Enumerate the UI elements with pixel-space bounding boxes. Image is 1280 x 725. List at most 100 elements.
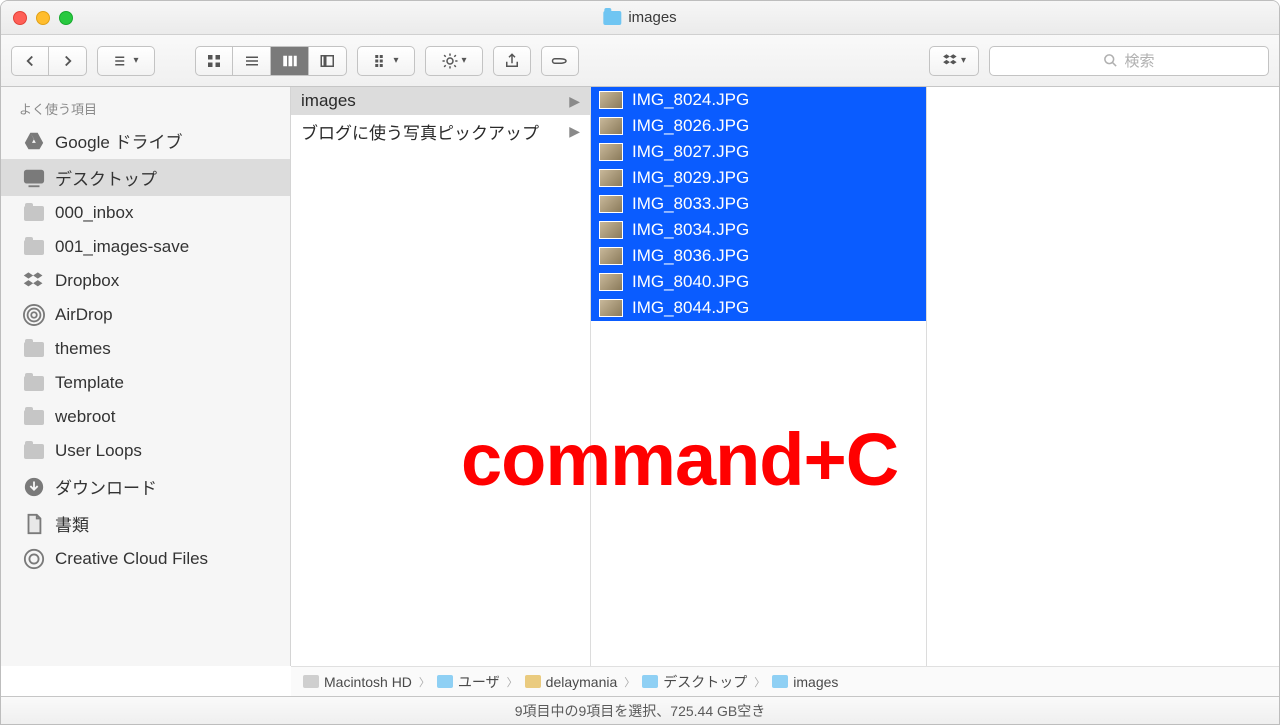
sidebar: よく使う項目 Google ドライブデスクトップ 000_inbox 001_ima…	[1, 87, 291, 666]
status-text: 9項目中の9項目を選択、725.44 GB空き	[515, 701, 766, 721]
forward-button[interactable]	[49, 46, 87, 76]
path-segment-1[interactable]: ユーザ	[437, 672, 500, 692]
sidebar-item-4[interactable]: Dropbox	[1, 264, 290, 298]
path-icon	[525, 675, 541, 688]
airdrop-icon	[23, 304, 45, 326]
path-icon	[303, 675, 319, 688]
action-button[interactable]: ▾	[425, 46, 483, 76]
thumbnail-icon	[599, 91, 623, 109]
file-item-2[interactable]: IMG_8027.JPG	[591, 139, 926, 165]
folder-icon	[23, 406, 45, 428]
folder-item-0[interactable]: images ▶	[291, 87, 590, 115]
chevron-right-icon: ▶	[569, 93, 580, 110]
sidebar-item-8[interactable]: webroot	[1, 400, 290, 434]
dropbox-toolbar-button[interactable]: ▾	[929, 46, 979, 76]
chevron-right-icon: 〉	[507, 674, 518, 690]
minimize-button[interactable]	[36, 11, 50, 25]
chevron-right-icon: 〉	[419, 674, 430, 690]
column-1[interactable]: images ▶ ブログに使う写真ピックアップ▶	[291, 87, 591, 666]
sidebar-item-11[interactable]: 書類	[1, 505, 290, 542]
file-item-1[interactable]: IMG_8026.JPG	[591, 113, 926, 139]
sidebar-item-9[interactable]: User Loops	[1, 434, 290, 468]
folder-item-1[interactable]: ブログに使う写真ピックアップ▶	[291, 115, 590, 148]
sidebar-item-12[interactable]: Creative Cloud Files	[1, 542, 290, 576]
folder-icon	[23, 338, 45, 360]
file-item-8[interactable]: IMG_8044.JPG	[591, 295, 926, 321]
sidebar-item-label: Dropbox	[55, 271, 119, 291]
sidebar-item-label: Google ドライブ	[55, 128, 183, 153]
cc-icon	[23, 548, 45, 570]
file-item-5[interactable]: IMG_8034.JPG	[591, 217, 926, 243]
file-name: IMG_8026.JPG	[632, 116, 749, 136]
chevron-right-icon: 〉	[754, 674, 765, 690]
arrange-button[interactable]: ▾	[357, 46, 415, 76]
toolbar: ▾ ▾ ▾ ▾ 検索	[1, 35, 1279, 87]
path-segment-0[interactable]: Macintosh HD	[303, 674, 412, 690]
path-icon	[437, 675, 453, 688]
gdrive-icon	[23, 130, 45, 152]
traffic-lights	[13, 11, 73, 25]
sidebar-item-3[interactable]: 001_images-save	[1, 230, 290, 264]
gallery-view-button[interactable]	[309, 46, 347, 76]
titlebar: images	[1, 1, 1279, 35]
download-icon	[23, 476, 45, 498]
search-placeholder: 検索	[1124, 50, 1154, 71]
back-button[interactable]	[11, 46, 49, 76]
path-segment-3[interactable]: デスクトップ	[642, 672, 747, 692]
close-button[interactable]	[13, 11, 27, 25]
column-browser: images▶ブログに使う写真ピックアップ▶ IMG_8024.JPGIMG_8…	[291, 87, 1279, 666]
sidebar-item-label: 書類	[55, 511, 89, 536]
window-title: images	[603, 9, 676, 26]
sidebar-item-10[interactable]: ダウンロード	[1, 468, 290, 505]
document-icon	[23, 513, 45, 535]
tags-button[interactable]	[541, 46, 579, 76]
file-name: IMG_8034.JPG	[632, 220, 749, 240]
sidebar-item-1[interactable]: デスクトップ	[1, 159, 290, 196]
file-item-4[interactable]: IMG_8033.JPG	[591, 191, 926, 217]
path-icon	[642, 675, 658, 688]
file-name: IMG_8044.JPG	[632, 298, 749, 318]
sidebar-item-7[interactable]: Template	[1, 366, 290, 400]
sidebar-item-label: AirDrop	[55, 305, 113, 325]
file-item-7[interactable]: IMG_8040.JPG	[591, 269, 926, 295]
sidebar-item-0[interactable]: Google ドライブ	[1, 122, 290, 159]
path-segment-2[interactable]: delaymania	[525, 674, 618, 690]
column-2[interactable]: IMG_8024.JPG IMG_8026.JPG IMG_8027.JPG IMG_…	[591, 87, 927, 666]
thumbnail-icon	[599, 247, 623, 265]
file-item-6[interactable]: IMG_8036.JPG	[591, 243, 926, 269]
file-name: IMG_8027.JPG	[632, 142, 749, 162]
status-bar: 9項目中の9項目を選択、725.44 GB空き	[1, 696, 1279, 724]
chevron-right-icon: 〉	[624, 674, 635, 690]
folder-icon	[23, 236, 45, 258]
column-view-button[interactable]	[271, 46, 309, 76]
thumbnail-icon	[599, 143, 623, 161]
sidebar-item-2[interactable]: 000_inbox	[1, 196, 290, 230]
sidebar-item-5[interactable]: AirDrop	[1, 298, 290, 332]
file-item-3[interactable]: IMG_8029.JPG	[591, 165, 926, 191]
body: よく使う項目 Google ドライブデスクトップ 000_inbox 001_ima…	[1, 87, 1279, 666]
sidebar-item-label: 000_inbox	[55, 203, 133, 223]
nav-buttons	[11, 46, 87, 76]
file-name: IMG_8040.JPG	[632, 272, 749, 292]
folder-icon	[23, 202, 45, 224]
desktop-icon	[23, 167, 45, 189]
list-view-button[interactable]	[233, 46, 271, 76]
folder-icon	[23, 372, 45, 394]
sidebar-item-6[interactable]: themes	[1, 332, 290, 366]
finder-window: images ▾ ▾ ▾	[0, 0, 1280, 725]
search-input[interactable]: 検索	[989, 46, 1269, 76]
sidebar-item-label: ダウンロード	[55, 474, 157, 499]
path-bar[interactable]: Macintosh HD〉ユーザ〉delaymania〉デスクトップ〉image…	[291, 666, 1279, 696]
sidebar-item-label: User Loops	[55, 441, 142, 461]
maximize-button[interactable]	[59, 11, 73, 25]
folder-label: images	[301, 91, 356, 111]
share-button[interactable]	[493, 46, 531, 76]
path-segment-4[interactable]: images	[772, 674, 838, 690]
sidebar-section-label: よく使う項目	[1, 93, 290, 122]
file-name: IMG_8029.JPG	[632, 168, 749, 188]
file-item-0[interactable]: IMG_8024.JPG	[591, 87, 926, 113]
sidebar-item-label: themes	[55, 339, 111, 359]
sidebar-menu-button[interactable]: ▾	[97, 46, 155, 76]
icon-view-button[interactable]	[195, 46, 233, 76]
file-name: IMG_8024.JPG	[632, 90, 749, 110]
